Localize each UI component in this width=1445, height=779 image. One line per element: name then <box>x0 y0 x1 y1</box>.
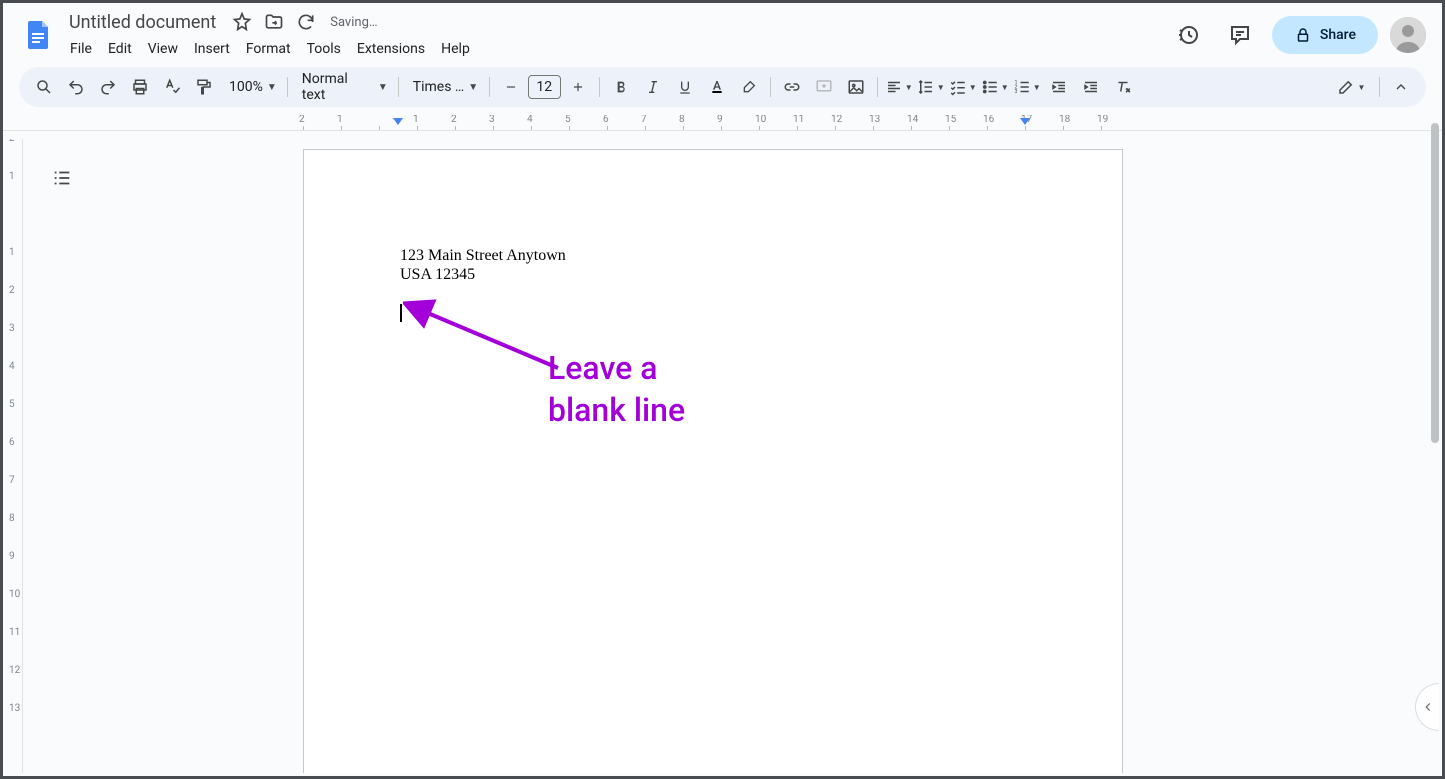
paragraph-style-dropdown[interactable]: Normal text▼ <box>294 73 392 101</box>
move-icon[interactable] <box>262 10 286 34</box>
cloud-status-icon[interactable] <box>294 10 318 34</box>
history-icon[interactable] <box>1168 15 1208 55</box>
paint-format-icon[interactable] <box>189 72 219 102</box>
italic-button[interactable] <box>638 72 668 102</box>
indent-marker-left[interactable] <box>393 118 403 125</box>
align-dropdown[interactable]: ▼ <box>884 72 914 102</box>
menu-format[interactable]: Format <box>239 37 298 61</box>
vertical-ruler[interactable]: 2112345678910111213 <box>7 139 23 773</box>
redo-icon[interactable] <box>93 72 123 102</box>
comments-icon[interactable] <box>1220 15 1260 55</box>
share-label: Share <box>1320 27 1356 43</box>
titlebar: Untitled document Saving… File Edit View… <box>3 3 1442 67</box>
line-spacing-dropdown[interactable]: ▼ <box>916 72 946 102</box>
bulleted-list-dropdown[interactable]: ▼ <box>980 72 1010 102</box>
star-icon[interactable] <box>230 10 254 34</box>
clear-formatting-button[interactable] <box>1108 72 1138 102</box>
font-dropdown[interactable]: Times …▼ <box>405 73 483 101</box>
chevron-down-icon: ▼ <box>378 82 388 93</box>
text-color-button[interactable] <box>702 72 732 102</box>
checklist-dropdown[interactable]: ▼ <box>948 72 978 102</box>
vertical-scrollbar[interactable] <box>1431 123 1439 443</box>
toolbar: 100%▼ Normal text▼ Times …▼ 12 ▼ ▼ ▼ ▼ 1… <box>19 67 1426 107</box>
editing-mode-dropdown[interactable]: ▼ <box>1329 72 1373 102</box>
document-workspace: 2112345678910111213 123 Main Street Anyt… <box>6 139 1436 773</box>
highlight-color-button[interactable] <box>734 72 764 102</box>
menu-edit[interactable]: Edit <box>101 37 139 61</box>
add-comment-button[interactable] <box>809 72 839 102</box>
text-cursor <box>400 304 402 322</box>
increase-font-size-button[interactable] <box>563 72 593 102</box>
collapse-toolbar-button[interactable] <box>1386 72 1416 102</box>
horizontal-ruler[interactable]: 2112345678910111213141516171819 <box>3 115 1442 131</box>
spellcheck-icon[interactable] <box>157 72 187 102</box>
docs-logo-icon[interactable] <box>19 15 59 55</box>
chevron-down-icon: ▼ <box>267 82 277 93</box>
search-menus-icon[interactable] <box>29 72 59 102</box>
menu-file[interactable]: File <box>63 37 99 61</box>
document-page[interactable]: 123 Main Street Anytown USA 12345 <box>303 149 1123 773</box>
underline-button[interactable] <box>670 72 700 102</box>
saving-status: Saving… <box>330 15 377 30</box>
lock-icon <box>1294 26 1312 44</box>
print-icon[interactable] <box>125 72 155 102</box>
menu-insert[interactable]: Insert <box>187 37 237 61</box>
insert-link-button[interactable] <box>777 72 807 102</box>
decrease-font-size-button[interactable] <box>496 72 526 102</box>
account-avatar[interactable] <box>1390 17 1426 53</box>
menubar: File Edit View Insert Format Tools Exten… <box>63 36 1168 62</box>
chevron-down-icon: ▼ <box>468 82 478 93</box>
menu-tools[interactable]: Tools <box>300 37 348 61</box>
undo-icon[interactable] <box>61 72 91 102</box>
menu-extensions[interactable]: Extensions <box>350 37 432 61</box>
svg-text:3: 3 <box>1014 89 1017 95</box>
document-line-1[interactable]: 123 Main Street Anytown <box>400 246 1026 265</box>
increase-indent-button[interactable] <box>1076 72 1106 102</box>
font-size-input[interactable]: 12 <box>528 75 561 99</box>
menu-help[interactable]: Help <box>434 37 477 61</box>
indent-marker-right[interactable] <box>1020 118 1030 125</box>
insert-image-button[interactable] <box>841 72 871 102</box>
numbered-list-dropdown[interactable]: 123▼ <box>1012 72 1042 102</box>
document-title[interactable]: Untitled document <box>63 10 222 35</box>
zoom-dropdown[interactable]: 100%▼ <box>221 73 281 101</box>
share-button[interactable]: Share <box>1272 16 1378 54</box>
show-outline-button[interactable] <box>45 161 79 195</box>
bold-button[interactable] <box>606 72 636 102</box>
document-line-2[interactable]: USA 12345 <box>400 265 1026 284</box>
menu-view[interactable]: View <box>141 37 185 61</box>
decrease-indent-button[interactable] <box>1044 72 1074 102</box>
